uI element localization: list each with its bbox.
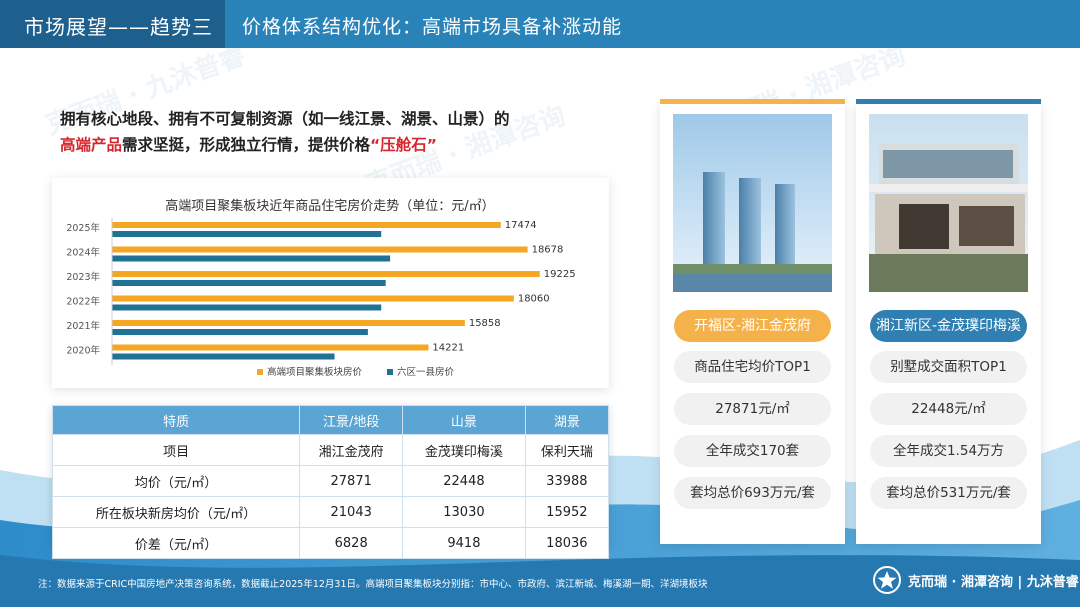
chart-title: 高端项目聚集板块近年商品住宅房价走势（单位：元/㎡） bbox=[165, 198, 494, 214]
table-cell: 18036 bbox=[524, 527, 610, 559]
table-cell: 33988 bbox=[524, 465, 610, 497]
company-logo: 克而瑞 · 湘潭咨询 | 九沐普睿 bbox=[872, 565, 1079, 595]
card-accent-bar bbox=[660, 99, 845, 104]
card-stat-pill: 全年成交170套 bbox=[674, 435, 831, 467]
y-tick-label: 2020年 bbox=[66, 345, 100, 357]
card-stat-pill: 套均总价693万元/套 bbox=[674, 477, 831, 509]
y-tick-label: 2024年 bbox=[66, 247, 100, 259]
bar-six-districts bbox=[112, 353, 335, 360]
price-trend-chart: 高端项目聚集板块近年商品住宅房价走势（单位：元/㎡） 2025年 17474 2024… bbox=[52, 178, 609, 388]
bar-high-end bbox=[112, 271, 540, 277]
intro-text: 拥有核心地段、拥有不可复制资源（如一线江景、湖景、山景）的 高端产品需求坚挺，形… bbox=[60, 106, 510, 158]
intro-middle: 需求坚挺，形成独立行情，提供价格 bbox=[122, 136, 371, 154]
bar-six-districts bbox=[112, 231, 382, 237]
y-tick-label: 2025年 bbox=[66, 222, 100, 234]
project-card-jinmao: 开福区-湘江金茂府 商品住宅均价TOP1 27871元/㎡ 全年成交170套 套… bbox=[660, 99, 845, 544]
header-bar: 市场展望——趋势三 价格体系结构优化：高端市场具备补涨动能 bbox=[0, 0, 1080, 48]
table-row: 所在板块新房均价（元/㎡） 21043 13030 15952 bbox=[51, 496, 610, 528]
villa-photo bbox=[869, 114, 1028, 292]
project-card-puyin: 湘江新区-金茂璞印梅溪 别墅成交面积TOP1 22448元/㎡ 全年成交1.54… bbox=[856, 99, 1041, 544]
legend-label: 高端项目聚集板块房价 bbox=[267, 366, 363, 378]
y-tick-label: 2022年 bbox=[66, 296, 100, 308]
tower-photo bbox=[673, 114, 832, 292]
bar-value-label: 14221 bbox=[432, 343, 464, 354]
footer-note: 注：数据来源于CRIC中国房地产决策咨询系统，数据截止2025年12月31日。高… bbox=[38, 579, 708, 590]
legend-swatch bbox=[387, 369, 393, 375]
table-cell: 15952 bbox=[524, 496, 610, 528]
legend-swatch bbox=[257, 369, 263, 375]
chart-svg: 高端项目聚集板块近年商品住宅房价走势（单位：元/㎡） 2025年 17474 2024… bbox=[66, 198, 576, 378]
bar-value-label: 18678 bbox=[532, 245, 564, 256]
page-title: 价格体系结构优化：高端市场具备补涨动能 bbox=[242, 16, 623, 38]
bar-high-end bbox=[112, 344, 429, 351]
intro-highlight: 高端产品 bbox=[60, 136, 123, 154]
table-cell: 所在板块新房均价（元/㎡） bbox=[51, 496, 301, 528]
bar-value-label: 18060 bbox=[518, 294, 550, 305]
card-title-pill: 开福区-湘江金茂府 bbox=[674, 310, 831, 342]
card-stat-pill: 别墅成交面积TOP1 bbox=[870, 351, 1027, 383]
table-cell: 13030 bbox=[402, 496, 526, 528]
star-badge-icon bbox=[873, 566, 901, 594]
comparison-table: 特质 江景/地段 山景 湖景 项目 湘江金茂府 金茂璞印梅溪 保利天瑞 均价（元… bbox=[51, 405, 610, 559]
card-accent-bar bbox=[856, 99, 1041, 104]
card-stat-pill: 22448元/㎡ bbox=[870, 393, 1027, 425]
section-title: 市场展望——趋势三 bbox=[24, 15, 213, 39]
bar-high-end bbox=[112, 320, 465, 326]
table-cell: 22448 bbox=[402, 465, 526, 497]
y-tick-label: 2021年 bbox=[66, 320, 100, 332]
bar-value-label: 17474 bbox=[505, 220, 537, 231]
table-header-cell: 江景/地段 bbox=[299, 405, 404, 435]
table-cell: 湘江金茂府 bbox=[299, 434, 404, 466]
table-header-cell: 特质 bbox=[51, 405, 301, 435]
table-cell: 价差（元/㎡） bbox=[51, 527, 301, 559]
bar-six-districts bbox=[112, 329, 368, 335]
intro-line-1: 拥有核心地段、拥有不可复制资源（如一线江景、湖景、山景）的 bbox=[60, 110, 510, 128]
y-tick-label: 2023年 bbox=[66, 271, 100, 283]
table-cell: 27871 bbox=[299, 465, 404, 497]
section-tag: 市场展望——趋势三 bbox=[0, 0, 225, 48]
logo-text: 克而瑞 · 湘潭咨询 | 九沐普睿 bbox=[908, 574, 1079, 590]
table-header-row: 特质 江景/地段 山景 湖景 bbox=[51, 405, 610, 435]
table-header-cell: 湖景 bbox=[524, 405, 610, 435]
bar-high-end bbox=[112, 246, 528, 253]
bar-six-districts bbox=[112, 280, 386, 286]
intro-quote: “压舱石” bbox=[370, 136, 437, 154]
table-row: 项目 湘江金茂府 金茂璞印梅溪 保利天瑞 bbox=[51, 434, 610, 466]
table-cell: 金茂璞印梅溪 bbox=[402, 434, 526, 466]
table-cell: 项目 bbox=[51, 434, 301, 466]
table-cell: 6828 bbox=[299, 527, 404, 559]
card-title-pill: 湘江新区-金茂璞印梅溪 bbox=[870, 310, 1027, 342]
card-stat-pill: 商品住宅均价TOP1 bbox=[674, 351, 831, 383]
card-stat-pill: 全年成交1.54万方 bbox=[870, 435, 1027, 467]
table-header-cell: 山景 bbox=[402, 405, 526, 435]
bar-high-end bbox=[112, 222, 501, 228]
comparison-table-grid: 特质 江景/地段 山景 湖景 项目 湘江金茂府 金茂璞印梅溪 保利天瑞 均价（元… bbox=[51, 405, 610, 559]
card-stat-pill: 27871元/㎡ bbox=[674, 393, 831, 425]
table-cell: 21043 bbox=[299, 496, 404, 528]
legend-label: 六区一县房价 bbox=[397, 366, 455, 378]
bar-six-districts bbox=[112, 304, 382, 311]
bar-value-label: 19225 bbox=[544, 269, 576, 280]
intro-line-2: 高端产品需求坚挺，形成独立行情，提供价格“压舱石” bbox=[60, 132, 510, 158]
table-row: 价差（元/㎡） 6828 9418 18036 bbox=[51, 527, 610, 559]
table-row: 均价（元/㎡） 27871 22448 33988 bbox=[51, 465, 610, 497]
bar-high-end bbox=[112, 295, 514, 302]
table-cell: 保利天瑞 bbox=[524, 434, 610, 466]
table-cell: 9418 bbox=[402, 527, 526, 559]
table-cell: 均价（元/㎡） bbox=[51, 465, 301, 497]
bar-value-label: 15858 bbox=[469, 318, 501, 329]
bar-six-districts bbox=[112, 255, 391, 262]
card-stat-pill: 套均总价531万元/套 bbox=[870, 477, 1027, 509]
